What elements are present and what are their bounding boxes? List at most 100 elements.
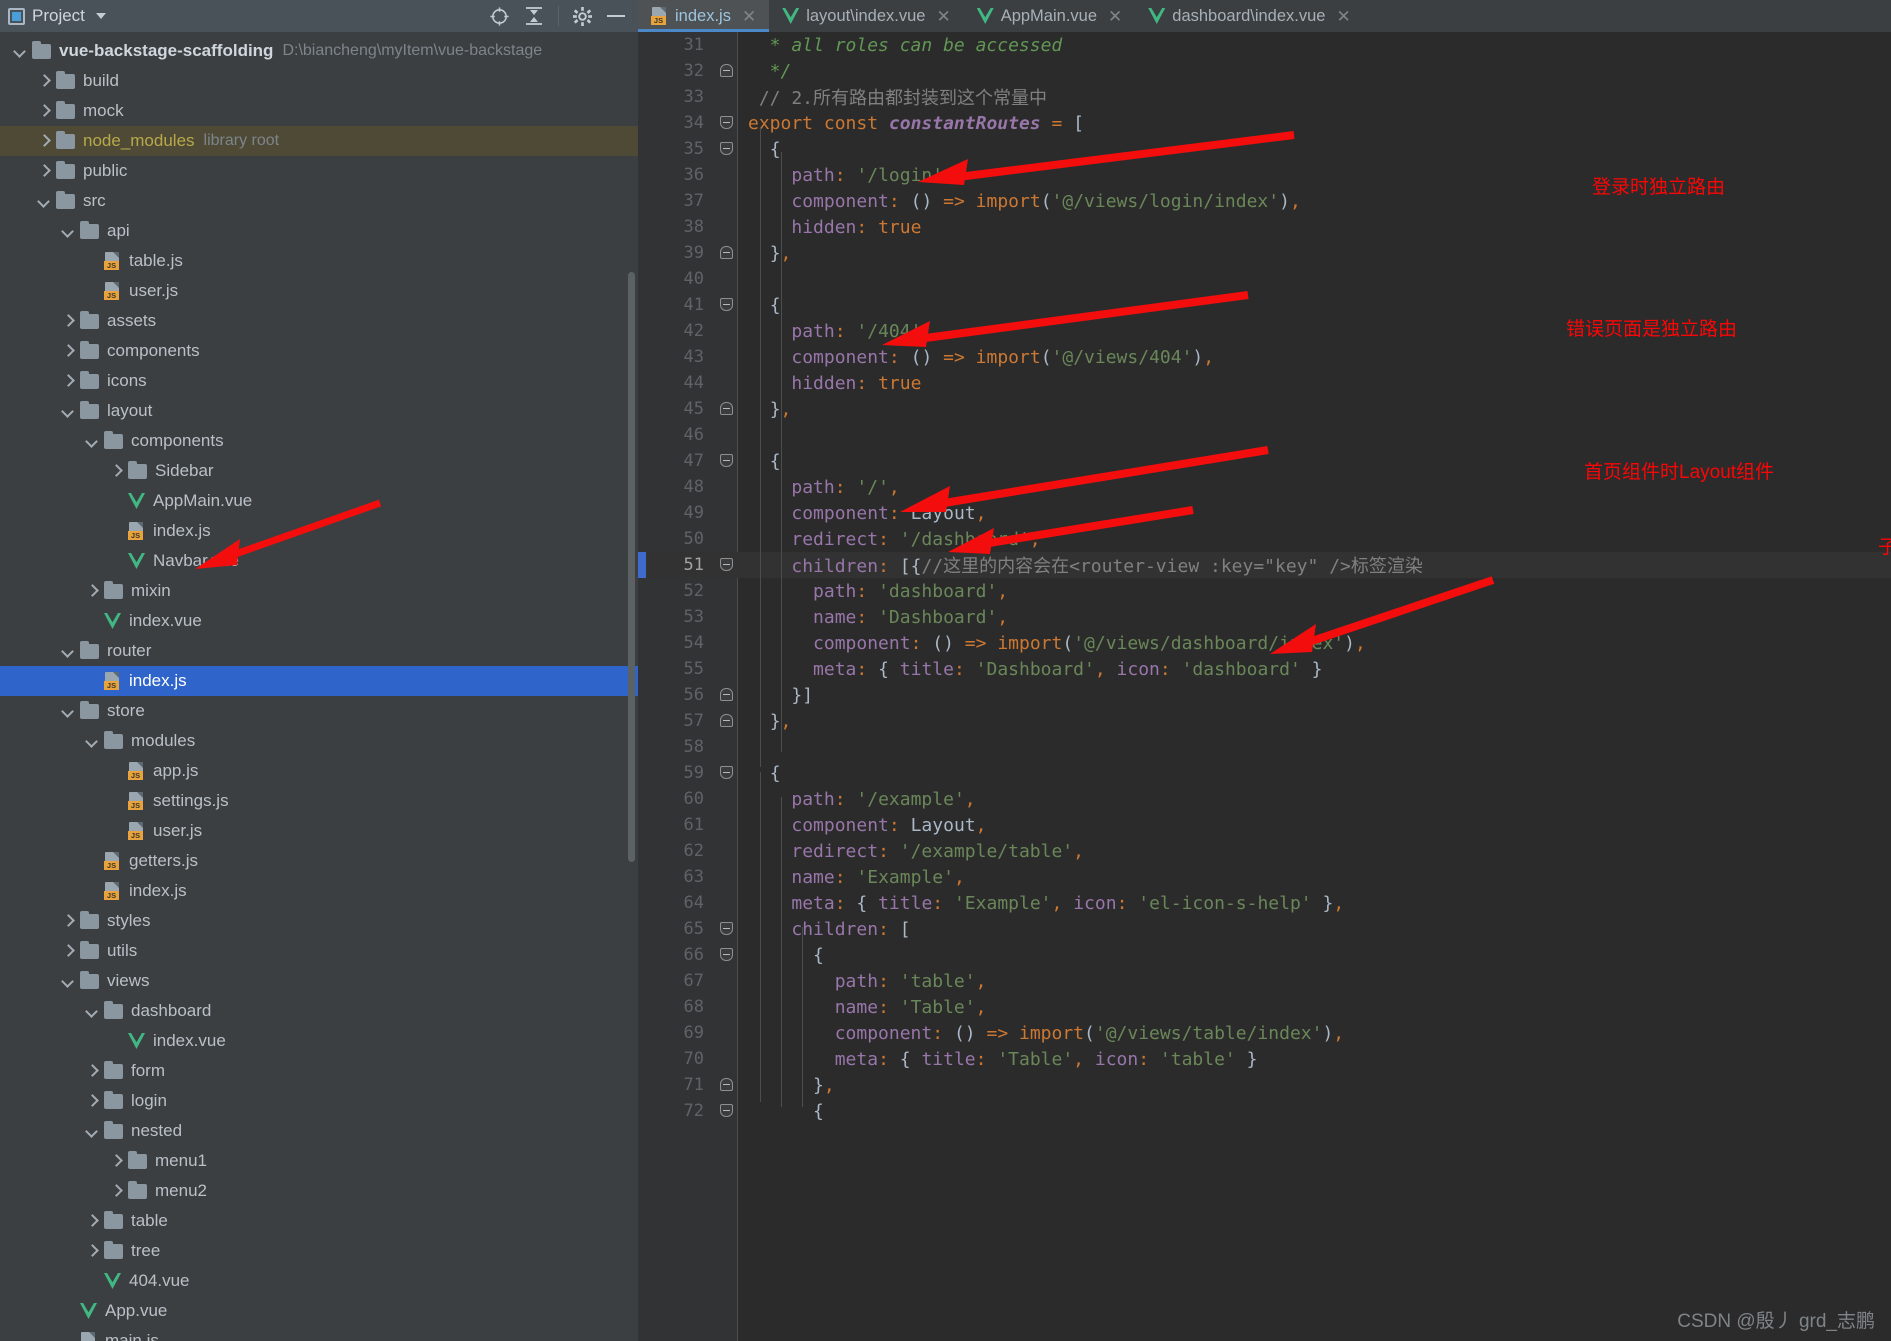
code-line[interactable]: 44 hidden: true <box>638 370 1891 396</box>
fold-gutter[interactable] <box>716 708 738 734</box>
fold-toggle-icon[interactable] <box>720 1104 733 1117</box>
chevron-icon[interactable] <box>86 1245 98 1257</box>
tree-row[interactable]: form <box>0 1056 638 1086</box>
tree-row[interactable]: JS app.js <box>0 756 638 786</box>
fold-gutter[interactable] <box>716 682 738 708</box>
fold-gutter[interactable] <box>716 942 738 968</box>
tree-row[interactable]: 404.vue <box>0 1266 638 1296</box>
chevron-icon[interactable] <box>14 45 26 57</box>
tree-row[interactable]: JS main.js <box>0 1326 638 1341</box>
code-line[interactable]: 54 component: () => import('@/views/dash… <box>638 630 1891 656</box>
minimize-icon[interactable] <box>606 13 626 19</box>
fold-gutter[interactable] <box>716 500 738 526</box>
tree-row[interactable]: assets <box>0 306 638 336</box>
tree-row[interactable]: table <box>0 1206 638 1236</box>
fold-gutter[interactable] <box>716 188 738 214</box>
tree-row[interactable]: modules <box>0 726 638 756</box>
fold-toggle-icon[interactable] <box>720 714 733 727</box>
fold-gutter[interactable] <box>716 968 738 994</box>
code-line[interactable]: 55 meta: { title: 'Dashboard', icon: 'da… <box>638 656 1891 682</box>
tree-row[interactable]: utils <box>0 936 638 966</box>
code-line[interactable]: 43 component: () => import('@/views/404'… <box>638 344 1891 370</box>
chevron-icon[interactable] <box>62 705 74 717</box>
code-line[interactable]: 71 }, <box>638 1072 1891 1098</box>
code-line[interactable]: 38 hidden: true <box>638 214 1891 240</box>
fold-toggle-icon[interactable] <box>720 64 733 77</box>
fold-gutter[interactable] <box>716 552 738 578</box>
chevron-icon[interactable] <box>38 75 50 87</box>
chevron-icon[interactable] <box>110 1185 122 1197</box>
chevron-icon[interactable] <box>86 1215 98 1227</box>
chevron-icon[interactable] <box>62 375 74 387</box>
tree-row[interactable]: node_modules library root <box>0 126 638 156</box>
code-line[interactable]: 56 }] <box>638 682 1891 708</box>
fold-toggle-icon[interactable] <box>720 298 733 311</box>
project-title-box[interactable]: Project <box>8 6 106 26</box>
editor-tab[interactable]: layout\index.vue ✕ <box>769 0 964 32</box>
code-line[interactable]: 69 component: () => import('@/views/tabl… <box>638 1020 1891 1046</box>
fold-toggle-icon[interactable] <box>720 948 733 961</box>
code-line[interactable]: 49 component: Layout, <box>638 500 1891 526</box>
close-icon[interactable]: ✕ <box>936 8 950 25</box>
code-line[interactable]: 35 { <box>638 136 1891 162</box>
tree-row[interactable]: components <box>0 336 638 366</box>
fold-gutter[interactable] <box>716 136 738 162</box>
tree-row[interactable]: components <box>0 426 638 456</box>
chevron-down-icon[interactable] <box>95 13 106 19</box>
fold-gutter[interactable] <box>716 630 738 656</box>
code-line[interactable]: 64 meta: { title: 'Example', icon: 'el-i… <box>638 890 1891 916</box>
tree-row[interactable]: src <box>0 186 638 216</box>
code-line[interactable]: 72 { <box>638 1098 1891 1124</box>
tree-row[interactable]: icons <box>0 366 638 396</box>
tree-row[interactable]: login <box>0 1086 638 1116</box>
fold-gutter[interactable] <box>716 578 738 604</box>
fold-gutter[interactable] <box>716 292 738 318</box>
fold-gutter[interactable] <box>716 32 738 58</box>
chevron-icon[interactable] <box>62 915 74 927</box>
fold-gutter[interactable] <box>716 838 738 864</box>
chevron-icon[interactable] <box>86 1005 98 1017</box>
code-line[interactable]: 65 children: [ <box>638 916 1891 942</box>
tree-row[interactable]: store <box>0 696 638 726</box>
tree-row[interactable]: JS getters.js <box>0 846 638 876</box>
fold-gutter[interactable] <box>716 656 738 682</box>
code-line[interactable]: 57 }, <box>638 708 1891 734</box>
fold-toggle-icon[interactable] <box>720 766 733 779</box>
code-line[interactable]: 31 * all roles can be accessed <box>638 32 1891 58</box>
chevron-icon[interactable] <box>86 1125 98 1137</box>
fold-gutter[interactable] <box>716 474 738 500</box>
code-line[interactable]: 61 component: Layout, <box>638 812 1891 838</box>
tree-row[interactable]: Navbar.vue <box>0 546 638 576</box>
tree-row[interactable]: JS index.js <box>0 516 638 546</box>
chevron-icon[interactable] <box>86 585 98 597</box>
code-line[interactable]: 40 <box>638 266 1891 292</box>
code-line[interactable]: 68 name: 'Table', <box>638 994 1891 1020</box>
fold-gutter[interactable] <box>716 422 738 448</box>
close-icon[interactable]: ✕ <box>1108 8 1122 25</box>
fold-gutter[interactable] <box>716 396 738 422</box>
fold-toggle-icon[interactable] <box>720 558 733 571</box>
project-tree[interactable]: vue-backstage-scaffolding D:\biancheng\m… <box>0 32 638 1341</box>
code-line[interactable]: 33 // 2.所有路由都封装到这个常量中 <box>638 84 1891 110</box>
code-line[interactable]: 50 redirect: '/dashboard', <box>638 526 1891 552</box>
code-line[interactable]: 46 <box>638 422 1891 448</box>
chevron-icon[interactable] <box>86 435 98 447</box>
tree-row-root[interactable]: vue-backstage-scaffolding D:\biancheng\m… <box>0 36 638 66</box>
fold-gutter[interactable] <box>716 318 738 344</box>
chevron-icon[interactable] <box>86 1095 98 1107</box>
tree-row[interactable]: views <box>0 966 638 996</box>
chevron-icon[interactable] <box>38 135 50 147</box>
code-line[interactable]: 53 name: 'Dashboard', <box>638 604 1891 630</box>
chevron-icon[interactable] <box>110 1155 122 1167</box>
collapse-all-icon[interactable] <box>524 6 544 26</box>
tree-row[interactable]: JS user.js <box>0 816 638 846</box>
fold-gutter[interactable] <box>716 344 738 370</box>
fold-gutter[interactable] <box>716 84 738 110</box>
code-line[interactable]: 70 meta: { title: 'Table', icon: 'table'… <box>638 1046 1891 1072</box>
tree-row[interactable]: menu1 <box>0 1146 638 1176</box>
tree-row[interactable]: layout <box>0 396 638 426</box>
tree-row[interactable]: menu2 <box>0 1176 638 1206</box>
tree-row[interactable]: mixin <box>0 576 638 606</box>
fold-gutter[interactable] <box>716 58 738 84</box>
tree-row[interactable]: JS index.js <box>0 876 638 906</box>
